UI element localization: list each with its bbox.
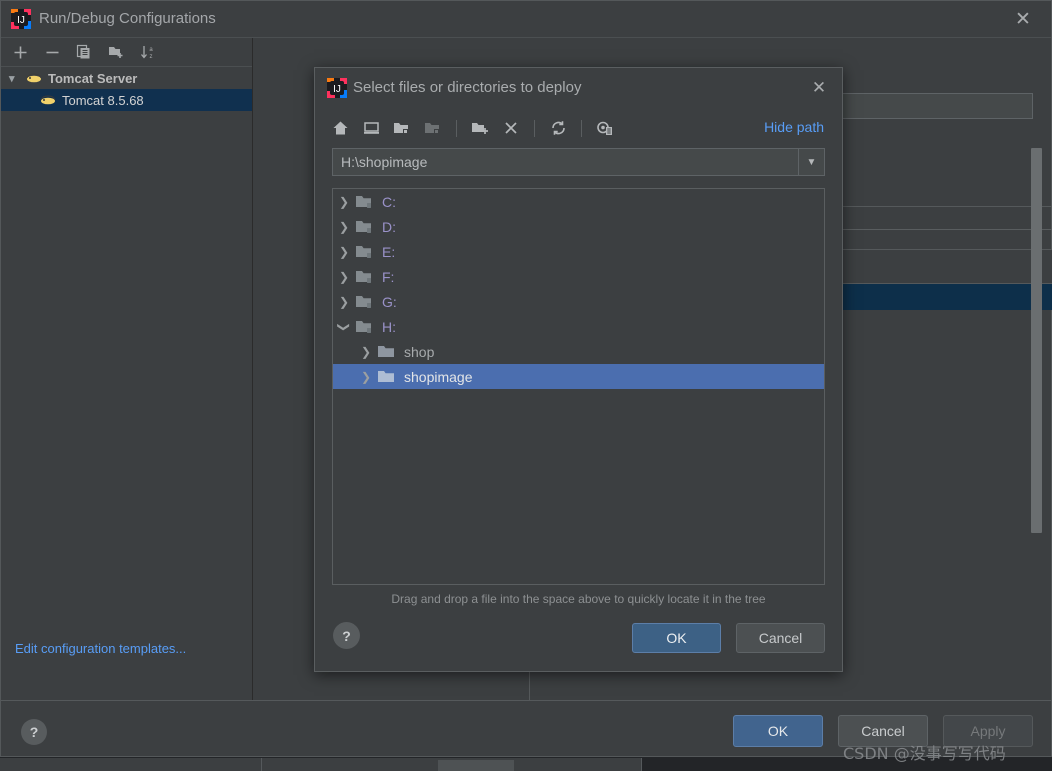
dialog-button-bar: ? OK Cancel <box>315 613 842 671</box>
home-icon[interactable] <box>327 115 353 141</box>
background-taskbar-segment <box>642 758 1052 771</box>
file-tree-row-label: C: <box>382 193 396 210</box>
chevron-right-icon[interactable]: ❯ <box>333 220 355 234</box>
help-button[interactable]: ? <box>333 622 360 649</box>
toolbar-separator <box>534 119 535 137</box>
select-files-dialog: IJ Select files or directories to deploy… <box>314 67 843 672</box>
desktop-icon[interactable] <box>358 115 384 141</box>
copy-configuration-button[interactable] <box>73 41 95 63</box>
new-folder-icon[interactable] <box>467 115 493 141</box>
intellij-idea-icon: IJ <box>11 9 31 29</box>
remove-configuration-button[interactable] <box>41 41 63 63</box>
configurations-panel: a z ▾ Tomcat Server Tomcat 8.5.68 Edit c… <box>1 38 253 700</box>
drive-folder-icon <box>355 219 375 235</box>
file-tree-row-f[interactable]: ❯ F: <box>333 264 824 289</box>
file-tree-row-g[interactable]: ❯ G: <box>333 289 824 314</box>
drive-folder-icon <box>355 319 375 335</box>
background-taskbar-item <box>438 760 514 771</box>
drive-folder-icon <box>355 269 375 285</box>
refresh-icon[interactable] <box>545 115 571 141</box>
delete-icon[interactable] <box>498 115 524 141</box>
file-tree-row-h[interactable]: ❯ H: <box>333 314 824 339</box>
file-tree-row-label: F: <box>382 268 395 285</box>
toolbar-separator <box>581 119 582 137</box>
chevron-right-icon[interactable]: ❯ <box>333 195 355 209</box>
toolbar-separator <box>456 119 457 137</box>
hide-path-link[interactable]: Hide path <box>764 119 824 135</box>
svg-text:a: a <box>149 47 153 53</box>
main-window-titlebar: IJ Run/Debug Configurations ✕ <box>1 1 1051 38</box>
folder-icon <box>377 369 397 385</box>
chevron-down-icon[interactable]: ▾ <box>9 72 25 85</box>
drag-drop-hint: Drag and drop a file into the space abov… <box>391 592 766 606</box>
tree-row-label: Tomcat 8.5.68 <box>62 92 144 108</box>
cancel-button[interactable]: Cancel <box>736 623 825 653</box>
collapse-folder-icon <box>420 115 446 141</box>
dialog-toolbar: Hide path <box>315 108 842 148</box>
close-icon[interactable]: ✕ <box>1013 10 1033 30</box>
new-folder-button[interactable] <box>105 41 127 63</box>
drive-folder-icon <box>355 244 375 260</box>
chevron-right-icon[interactable]: ❯ <box>333 245 355 259</box>
tree-row-tomcat-8-5-68[interactable]: Tomcat 8.5.68 <box>1 89 252 111</box>
dialog-titlebar: IJ Select files or directories to deploy… <box>315 68 842 108</box>
file-tree-row-shop[interactable]: ❯ shop <box>333 339 824 364</box>
chevron-right-icon[interactable]: ❯ <box>333 295 355 309</box>
vertical-scrollbar[interactable] <box>1031 148 1042 533</box>
file-tree-row-label: shop <box>404 343 435 360</box>
add-configuration-button[interactable] <box>9 41 31 63</box>
svg-text:z: z <box>150 54 153 60</box>
path-combobox[interactable]: ▼ <box>332 148 825 176</box>
configurations-toolbar: a z <box>1 38 252 66</box>
svg-text:IJ: IJ <box>17 15 25 26</box>
configurations-tree: ▾ Tomcat Server Tomcat 8.5.68 <box>1 66 252 700</box>
folder-icon <box>377 344 397 360</box>
chevron-right-icon[interactable]: ❯ <box>355 345 377 359</box>
cancel-button[interactable]: Cancel <box>838 715 928 747</box>
drive-folder-icon <box>355 194 375 210</box>
path-input[interactable] <box>333 149 798 175</box>
file-tree-row-label: E: <box>382 243 396 260</box>
edit-configuration-templates-link[interactable]: Edit configuration templates... <box>15 641 186 656</box>
chevron-down-icon[interactable]: ▼ <box>798 149 824 175</box>
close-icon[interactable]: ✕ <box>810 79 828 97</box>
tomcat-icon <box>39 93 57 107</box>
file-tree-row-shopimage[interactable]: ❯ shopimage <box>333 364 824 389</box>
drive-folder-icon <box>355 294 375 310</box>
sort-configurations-button[interactable]: a z <box>137 41 159 63</box>
file-tree-row-label: D: <box>382 218 396 235</box>
file-tree-row-label: shopimage <box>404 368 473 385</box>
chevron-right-icon[interactable]: ❯ <box>333 270 355 284</box>
help-button[interactable]: ? <box>21 719 47 745</box>
tomcat-icon <box>25 71 43 85</box>
tree-row-tomcat-server[interactable]: ▾ Tomcat Server <box>1 67 252 89</box>
tree-row-label: Tomcat Server <box>48 70 138 86</box>
file-tree-row-label: G: <box>382 293 397 310</box>
file-tree-row-e[interactable]: ❯ E: <box>333 239 824 264</box>
ok-button[interactable]: OK <box>733 715 823 747</box>
expand-folder-icon[interactable] <box>389 115 415 141</box>
chevron-right-icon[interactable]: ❯ <box>355 370 377 384</box>
apply-button[interactable]: Apply <box>943 715 1033 747</box>
background-taskbar-segment <box>0 758 262 771</box>
dialog-title: Select files or directories to deploy <box>353 79 582 96</box>
file-tree[interactable]: ❯ C: ❯ D: ❯ E: ❯ F: ❯ G: ❯ H: ❯ shop ❯ s… <box>332 188 825 585</box>
file-tree-row-c[interactable]: ❯ C: <box>333 189 824 214</box>
main-window-title: Run/Debug Configurations <box>39 10 216 27</box>
file-tree-row-d[interactable]: ❯ D: <box>333 214 824 239</box>
file-tree-row-label: H: <box>382 318 396 335</box>
chevron-down-icon[interactable]: ❯ <box>337 316 351 338</box>
svg-text:IJ: IJ <box>333 84 341 95</box>
path-row: ▼ <box>315 148 842 182</box>
show-hidden-files-icon[interactable] <box>592 115 618 141</box>
ok-button[interactable]: OK <box>632 623 721 653</box>
intellij-idea-icon: IJ <box>327 78 347 98</box>
